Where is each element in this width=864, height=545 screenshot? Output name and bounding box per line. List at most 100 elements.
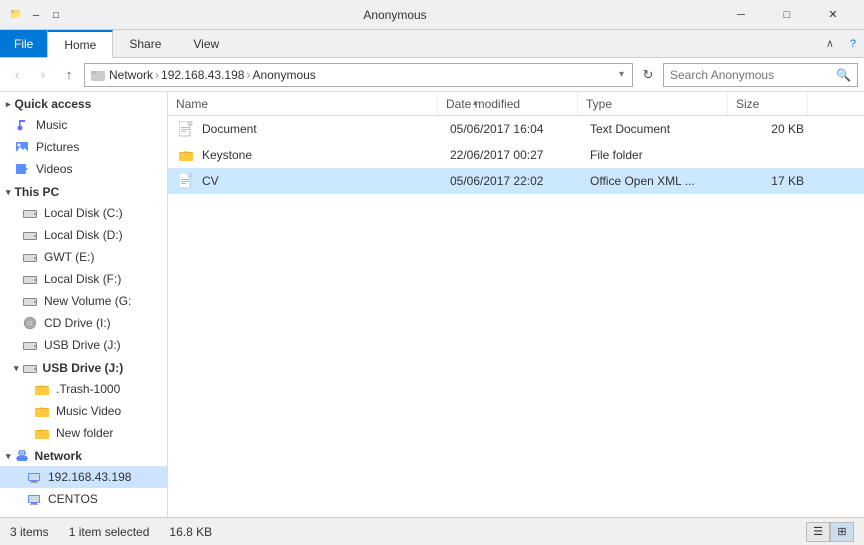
col-date-header[interactable]: Date modified: [438, 92, 578, 115]
document-date: 05/06/2017 16:04: [442, 122, 582, 136]
tab-view[interactable]: View: [177, 30, 235, 57]
title-bar-icons: 📁 ─ □: [8, 7, 64, 23]
cv-icon: [176, 171, 196, 191]
table-row[interactable]: Keystone 22/06/2017 00:27 File folder: [168, 142, 864, 168]
gwtE-icon: [22, 249, 38, 265]
cv-name: CV: [202, 174, 442, 188]
sidebar-item-videos-label: Videos: [36, 162, 72, 176]
sidebar-item-newVolG[interactable]: New Volume (G:: [0, 290, 167, 312]
pin-icon: ─: [28, 7, 44, 23]
file-area: Name ▴ Date modified Type Size Document …: [168, 92, 864, 517]
address-row: ‹ › ↑ Network › 192.168.43.198 › Anonymo…: [0, 58, 864, 92]
sidebar-item-localD[interactable]: Local Disk (D:): [0, 224, 167, 246]
ip198-icon: [26, 469, 42, 485]
col-name-header[interactable]: Name: [168, 92, 438, 115]
sidebar-item-cdI[interactable]: CD Drive (I:): [0, 312, 167, 334]
column-header: Name ▴ Date modified Type Size: [168, 92, 864, 116]
title-bar: 📁 ─ □ Anonymous ─ □ ✕: [0, 0, 864, 30]
usbJ-drive-icon: [23, 362, 37, 374]
trash-folder-icon: [34, 381, 50, 397]
centos-icon: [26, 491, 42, 507]
newVolG-icon: [22, 293, 38, 309]
search-icon: 🔍: [836, 68, 851, 82]
network-icon: [15, 450, 29, 462]
tab-home[interactable]: Home: [47, 30, 113, 58]
search-input[interactable]: [670, 68, 832, 82]
tiles-view-button[interactable]: ⊞: [830, 522, 854, 542]
tab-share[interactable]: Share: [113, 30, 177, 57]
view-toggle[interactable]: ☰ ⊞: [806, 522, 854, 542]
minimize-button[interactable]: ─: [718, 0, 764, 30]
document-name: Document: [202, 122, 442, 136]
window-controls[interactable]: ─ □ ✕: [718, 0, 856, 30]
address-folder-icon: [91, 68, 105, 82]
selected-size: 16.8 KB: [169, 525, 212, 539]
sidebar-item-newfolder[interactable]: New folder: [0, 422, 167, 444]
cv-date: 05/06/2017 22:02: [442, 174, 582, 188]
music-icon: [14, 117, 30, 133]
sidebar-item-gwtE[interactable]: GWT (E:): [0, 246, 167, 268]
table-row[interactable]: CV 05/06/2017 22:02 Office Open XML ... …: [168, 168, 864, 194]
restore-button[interactable]: □: [764, 0, 810, 30]
addr-ip[interactable]: 192.168.43.198: [161, 68, 244, 82]
keystone-name: Keystone: [202, 148, 442, 162]
sidebar-item-musicvid[interactable]: Music Video: [0, 400, 167, 422]
videos-icon: [14, 161, 30, 177]
addr-anonymous[interactable]: Anonymous: [252, 68, 315, 82]
sidebar-item-centos[interactable]: CENTOS: [0, 488, 167, 510]
address-bar[interactable]: Network › 192.168.43.198 › Anonymous ▾: [84, 63, 633, 87]
pin2-icon: □: [48, 7, 64, 23]
ribbon-expand[interactable]: ∧: [818, 30, 842, 57]
forward-button[interactable]: ›: [32, 64, 54, 86]
keystone-icon: [176, 145, 196, 165]
cdI-icon: [22, 315, 38, 331]
musicvid-folder-icon: [34, 403, 50, 419]
sidebar-item-localF[interactable]: Local Disk (F:): [0, 268, 167, 290]
status-left: 3 items 1 item selected 16.8 KB: [10, 525, 212, 539]
sidebar-item-music[interactable]: Music: [0, 114, 167, 136]
window-title: Anonymous: [72, 8, 718, 22]
pictures-icon: [14, 139, 30, 155]
sidebar-group-usbJ[interactable]: ▾ USB Drive (J:): [0, 356, 167, 378]
sidebar-item-trash[interactable]: .Trash-1000: [0, 378, 167, 400]
search-box[interactable]: 🔍: [663, 63, 858, 87]
sidebar-item-usbJ1[interactable]: USB Drive (J:): [0, 334, 167, 356]
sidebar-item-ip198[interactable]: 192.168.43.198: [0, 466, 167, 488]
thispc-label: This PC: [15, 185, 60, 199]
addr-network[interactable]: Network: [109, 68, 153, 82]
item-count: 3 items: [10, 525, 49, 539]
usbJ1-icon: [22, 337, 38, 353]
document-type: Text Document: [582, 122, 732, 136]
help-icon[interactable]: ?: [842, 30, 864, 57]
col-type-header[interactable]: Type: [578, 92, 728, 115]
refresh-button[interactable]: ↻: [637, 64, 659, 86]
address-dropdown-button[interactable]: ▾: [617, 69, 626, 80]
up-button[interactable]: ↑: [58, 64, 80, 86]
keystone-type: File folder: [582, 148, 732, 162]
tab-file[interactable]: File: [0, 30, 47, 57]
details-view-button[interactable]: ☰: [806, 522, 830, 542]
close-button[interactable]: ✕: [810, 0, 856, 30]
sidebar-group-quick-access[interactable]: ▸ Quick access: [0, 92, 167, 114]
sidebar-item-pictures[interactable]: Pictures: [0, 136, 167, 158]
sort-arrow: ▴: [473, 97, 478, 108]
quick-access-label: Quick access: [15, 97, 92, 111]
back-button[interactable]: ‹: [6, 64, 28, 86]
localC-icon: [22, 205, 38, 221]
keystone-date: 22/06/2017 00:27: [442, 148, 582, 162]
status-bar: 3 items 1 item selected 16.8 KB ☰ ⊞: [0, 517, 864, 545]
file-list: Document 05/06/2017 16:04 Text Document …: [168, 116, 864, 517]
sidebar-group-thispc[interactable]: ▾ This PC: [0, 180, 167, 202]
cv-type: Office Open XML ...: [582, 174, 732, 188]
sidebar-group-network[interactable]: ▾ Network: [0, 444, 167, 466]
network-label: Network: [35, 449, 82, 463]
localF-icon: [22, 271, 38, 287]
table-row[interactable]: Document 05/06/2017 16:04 Text Document …: [168, 116, 864, 142]
sidebar-item-localC[interactable]: Local Disk (C:): [0, 202, 167, 224]
main-area: ▸ Quick access Music Pictures Videos ▾ T…: [0, 92, 864, 517]
sidebar-item-pictures-label: Pictures: [36, 140, 79, 154]
sidebar-item-videos[interactable]: Videos: [0, 158, 167, 180]
sidebar-item-music-label: Music: [36, 118, 67, 132]
cv-size: 17 KB: [732, 174, 812, 188]
col-size-header[interactable]: Size: [728, 92, 808, 115]
